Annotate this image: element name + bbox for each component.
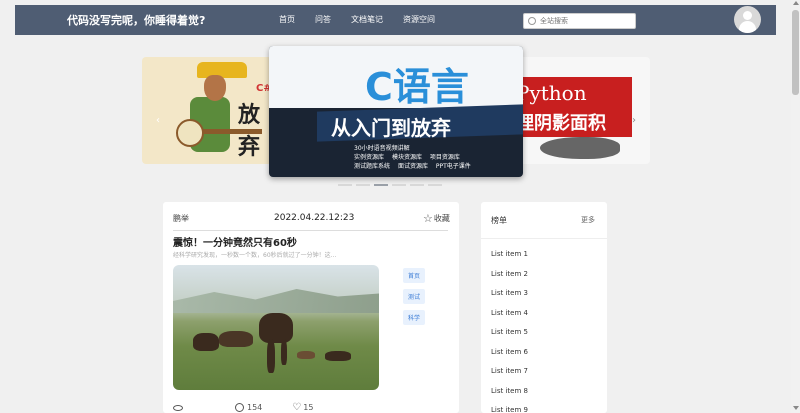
article-meta: 鹏举 2022.04.22.12:23 ☆ 收藏 xyxy=(173,213,453,227)
nav-item-notes[interactable]: 文档笔记 xyxy=(351,14,383,25)
nav-item-home[interactable]: 首页 xyxy=(279,14,295,25)
slide-center-title: C语言 xyxy=(365,65,469,109)
list-item[interactable]: List item 4 xyxy=(491,308,528,328)
list-item[interactable]: List item 3 xyxy=(491,288,528,308)
user-avatar[interactable] xyxy=(734,6,761,33)
feature-item: 模块资源库 xyxy=(391,154,422,161)
divider xyxy=(481,238,607,239)
feature-item: 测试题库系统 xyxy=(354,163,391,170)
carousel-dot[interactable] xyxy=(356,184,370,186)
like-button[interactable]: ♡ 15 xyxy=(292,401,314,413)
ranking-title: 榜单 xyxy=(491,216,507,225)
figure-face xyxy=(204,75,226,101)
feature-item: 实例资源库 xyxy=(354,154,385,161)
article-actions: 154 ♡ 15 xyxy=(173,401,314,413)
collect-label: 收藏 xyxy=(433,214,450,223)
figure-hat xyxy=(197,62,247,78)
list-item[interactable]: List item 1 xyxy=(491,249,528,269)
avatar-body-shape xyxy=(739,21,756,33)
banner-carousel: C# 放弃 ‹ Python 理阴影面积 › C语言 从入门到放弃 30小时语音… xyxy=(0,44,800,194)
avatar-head-shape xyxy=(743,11,752,20)
list-item[interactable]: List item 2 xyxy=(491,269,528,289)
search-icon xyxy=(528,17,536,25)
slide-right-line2: 理阴影面积 xyxy=(516,113,606,134)
list-item[interactable]: List item 6 xyxy=(491,347,528,367)
carousel-dot[interactable] xyxy=(392,184,406,186)
page-scrollbar[interactable] xyxy=(791,0,800,413)
tag-home[interactable]: 首页 xyxy=(403,268,426,283)
bird-shape xyxy=(540,137,620,159)
horse-shape xyxy=(325,351,351,361)
list-item[interactable]: List item 7 xyxy=(491,366,528,386)
feature-item: 项目资源库 xyxy=(429,154,460,161)
article-image[interactable] xyxy=(173,265,379,390)
collect-button[interactable]: ☆ 收藏 xyxy=(423,213,450,224)
comment-icon xyxy=(235,403,244,412)
carousel-indicators xyxy=(338,184,442,186)
divider xyxy=(173,230,448,231)
search-box[interactable] xyxy=(523,13,636,29)
carousel-slide-python[interactable]: Python 理阴影面积 › xyxy=(510,57,650,164)
scroll-down-icon[interactable] xyxy=(793,406,799,410)
list-item[interactable]: List item 9 xyxy=(491,405,528,413)
slide-center-features: 30小时语音视频讲解 实例资源库 模块资源库 项目资源库 测试题库系统 面试资源… xyxy=(354,144,514,174)
carousel-prev-arrow-icon[interactable]: ‹ xyxy=(156,115,160,126)
carousel-dot[interactable] xyxy=(428,184,442,186)
ranking-panel: 榜单 更多 List item 1 List item 2 List item … xyxy=(481,202,607,413)
comment-count: 154 xyxy=(247,403,263,412)
site-title[interactable]: 代码没写完呢，你睡得着觉? xyxy=(67,12,205,28)
article-card: 鹏举 2022.04.22.12:23 ☆ 收藏 震惊！一分钟竟然只有60秒 经… xyxy=(163,202,459,413)
lute xyxy=(176,119,204,147)
nav-item-qa[interactable]: 问答 xyxy=(315,14,331,25)
horse-shape xyxy=(281,339,287,365)
top-header: 代码没写完呢，你睡得着觉? 首页 问答 文档笔记 资源空间 xyxy=(15,5,776,35)
slide-right-line1: Python xyxy=(516,81,587,105)
scroll-up-icon[interactable] xyxy=(793,1,799,5)
comment-button[interactable]: 154 xyxy=(235,403,262,412)
horse-shape xyxy=(193,333,219,351)
horse-shape xyxy=(219,331,253,347)
ranking-more-link[interactable]: 更多 xyxy=(581,215,595,225)
ranking-list: List item 1 List item 2 List item 3 List… xyxy=(491,249,528,413)
slide-left-label-big: 放弃 xyxy=(238,103,261,160)
like-count: 15 xyxy=(303,403,314,412)
carousel-next-arrow-icon[interactable]: › xyxy=(632,115,636,126)
view-button[interactable] xyxy=(173,403,187,412)
feature-item: 面试资源库 xyxy=(397,163,428,170)
main-nav: 首页 问答 文档笔记 资源空间 xyxy=(279,14,455,25)
carousel-dot[interactable] xyxy=(410,184,424,186)
image-mountains xyxy=(173,289,379,313)
carousel-slide-c-language[interactable]: C语言 从入门到放弃 30小时语音视频讲解 实例资源库 模块资源库 项目资源库 … xyxy=(269,46,523,177)
nav-item-resources[interactable]: 资源空间 xyxy=(403,14,435,25)
feature-item: PPT电子课件 xyxy=(435,163,471,170)
list-item[interactable]: List item 5 xyxy=(491,327,528,347)
horse-shape xyxy=(267,339,275,373)
eye-icon xyxy=(173,404,183,411)
article-excerpt: 经科学研究发现，一秒数一个数，60秒后就过了一分钟！这... xyxy=(173,252,337,259)
article-author[interactable]: 鹏举 xyxy=(173,213,189,224)
carousel-dot[interactable] xyxy=(338,184,352,186)
scroll-thumb[interactable] xyxy=(792,10,799,95)
article-date: 2022.04.22.12:23 xyxy=(274,213,355,223)
list-item[interactable]: List item 8 xyxy=(491,386,528,406)
article-tags: 首页 测试 科学 xyxy=(403,268,426,325)
feature-item: 30小时语音视频讲解 xyxy=(354,145,410,152)
tag-test[interactable]: 测试 xyxy=(403,289,426,304)
carousel-dot-active[interactable] xyxy=(374,184,388,186)
star-icon: ☆ xyxy=(423,211,433,225)
tag-science[interactable]: 科学 xyxy=(403,310,426,325)
horse-shape xyxy=(297,351,315,359)
slide-center-subtitle: 从入门到放弃 xyxy=(331,116,451,140)
search-input[interactable] xyxy=(540,17,630,25)
horse-shape xyxy=(259,313,293,343)
heart-icon: ♡ xyxy=(292,401,302,413)
carousel-slide-csharp[interactable]: C# 放弃 ‹ xyxy=(142,57,272,164)
article-title[interactable]: 震惊！一分钟竟然只有60秒 xyxy=(173,234,297,249)
